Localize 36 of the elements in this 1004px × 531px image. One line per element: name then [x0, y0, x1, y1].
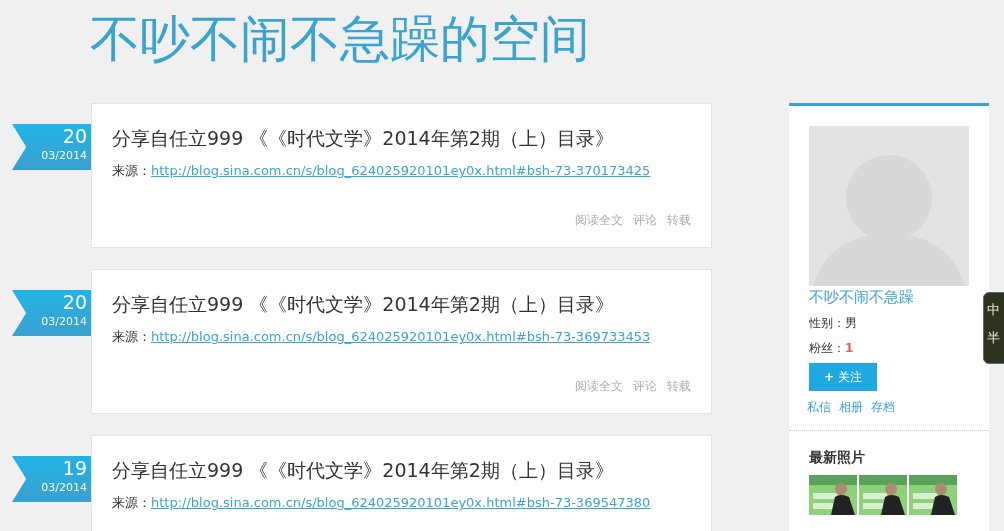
post-action-link[interactable]: 转载: [667, 212, 691, 229]
widget-char: 中: [987, 301, 1000, 319]
profile-name[interactable]: 不吵不闹不急躁: [809, 288, 914, 307]
post-action-link[interactable]: 转载: [667, 378, 691, 395]
post-title[interactable]: 分享自任立999 《《时代文学》2014年第2期（上）目录》: [112, 124, 691, 152]
fans-label: 粉丝：: [809, 341, 845, 355]
post-action-link[interactable]: 阅读全文: [575, 212, 623, 229]
post-day: 19: [62, 456, 87, 480]
fans-count: 1: [845, 341, 854, 355]
source-link[interactable]: http://blog.sina.com.cn/s/blog_624025920101ey0x.html#bsh-73-369547380: [151, 495, 651, 510]
source-link[interactable]: http://blog.sina.com.cn/s/blog_624025920101ey0x.html#bsh-73-369733453: [151, 329, 651, 344]
post-day: 20: [62, 124, 87, 148]
post-action-link[interactable]: 评论: [633, 378, 657, 395]
follow-button[interactable]: + 关注: [809, 363, 877, 391]
profile-link[interactable]: 相册: [839, 399, 863, 416]
source-label: 来源：: [112, 495, 151, 510]
source-link[interactable]: http://blog.sina.com.cn/s/blog_624025920101ey0x.html#bsh-73-370173425: [151, 163, 651, 178]
gender-label: 性别：: [809, 316, 845, 330]
profile-link[interactable]: 存档: [871, 399, 895, 416]
post-month: 03/2014: [41, 480, 87, 496]
post-month: 03/2014: [41, 314, 87, 330]
profile-link[interactable]: 私信: [807, 399, 831, 416]
source-label: 来源：: [112, 329, 151, 344]
blog-title: 不吵不闹不急躁的空间: [89, 9, 591, 70]
post-action-link[interactable]: 评论: [633, 212, 657, 229]
photos-heading: 最新照片: [809, 449, 865, 467]
post-day: 20: [62, 290, 87, 314]
widget-char: 半: [987, 329, 1000, 347]
post-action-link[interactable]: 阅读全文: [575, 378, 623, 395]
source-label: 来源：: [112, 163, 151, 178]
avatar-silhouette-icon: [809, 126, 969, 286]
post-title[interactable]: 分享自任立999 《《时代文学》2014年第2期（上）目录》: [112, 290, 691, 318]
gender-value: 男: [845, 316, 857, 330]
post-month: 03/2014: [41, 148, 87, 164]
floating-side-widget[interactable]: 中 半: [983, 292, 1004, 364]
post-title[interactable]: 分享自任立999 《《时代文学》2014年第2期（上）目录》: [112, 456, 691, 484]
